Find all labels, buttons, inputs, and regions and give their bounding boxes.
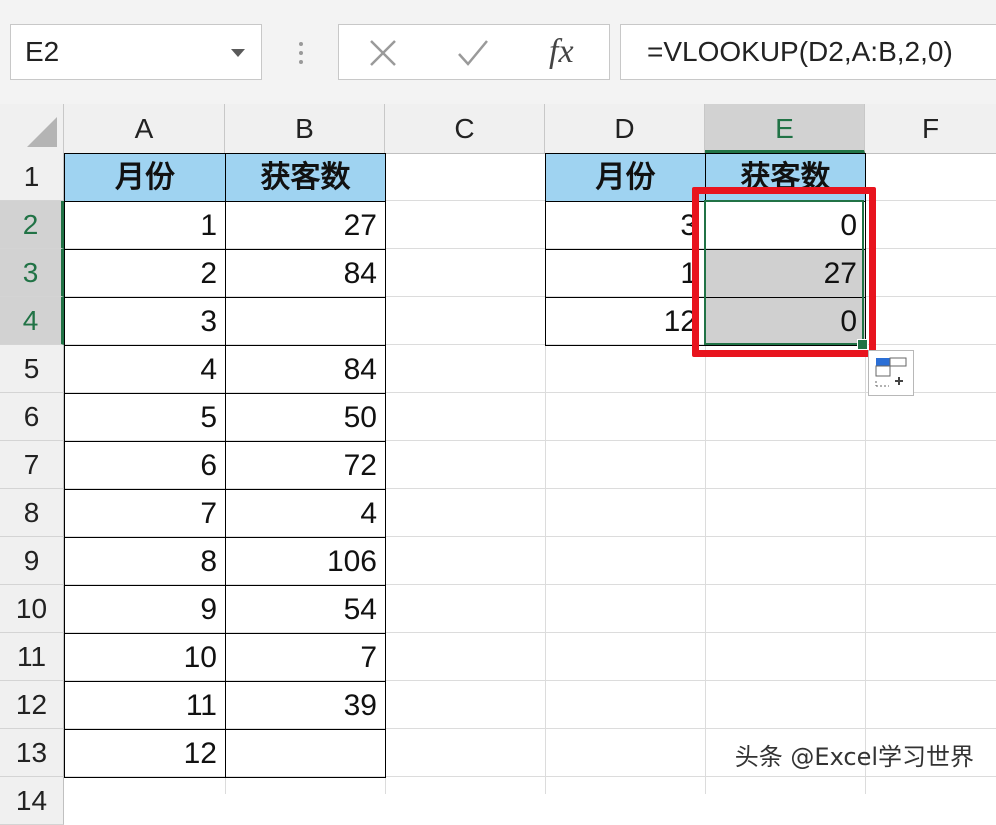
cell-a11[interactable]: 10 <box>64 633 226 682</box>
cell-a2[interactable]: 1 <box>64 201 226 250</box>
close-icon <box>370 40 396 66</box>
column-header-c[interactable]: C <box>385 104 545 153</box>
column-header-e[interactable]: E <box>705 104 865 153</box>
cell-a1[interactable]: 月份 <box>64 153 226 202</box>
row-header-14[interactable]: 14 <box>0 777 64 825</box>
row-header-3[interactable]: 3 <box>0 249 64 297</box>
formula-buttons: fx <box>338 24 610 80</box>
cancel-button[interactable] <box>363 33 403 73</box>
cell-a3[interactable]: 2 <box>64 249 226 298</box>
cell-b3[interactable]: 84 <box>225 249 386 298</box>
checkmark-icon <box>458 40 488 66</box>
formula-text: =VLOOKUP(D2,A:B,2,0) <box>647 36 953 67</box>
name-box-value: E2 <box>25 36 60 67</box>
cell-b10[interactable]: 54 <box>225 585 386 634</box>
row-header-2[interactable]: 2 <box>0 201 64 249</box>
watermark: 头条 @Excel学习世界 <box>734 743 974 771</box>
column-header-b[interactable]: B <box>225 104 385 153</box>
row-header-6[interactable]: 6 <box>0 393 64 441</box>
cell-d2[interactable]: 3 <box>545 201 706 250</box>
quick-analysis-button[interactable] <box>868 350 914 396</box>
cell-a12[interactable]: 11 <box>64 681 226 730</box>
formula-bar: E2 fx =VLOOKUP(D2,A:B,2,0) <box>0 0 996 105</box>
name-box[interactable]: E2 <box>10 24 262 80</box>
cell-b1[interactable]: 获客数 <box>225 153 386 202</box>
cell-d1[interactable]: 月份 <box>545 153 706 202</box>
row-header-10[interactable]: 10 <box>0 585 64 633</box>
row-header-13[interactable]: 13 <box>0 729 64 777</box>
cell-b7[interactable]: 72 <box>225 441 386 490</box>
cell-b11[interactable]: 7 <box>225 633 386 682</box>
formula-input[interactable]: =VLOOKUP(D2,A:B,2,0) <box>620 24 996 80</box>
cell-a10[interactable]: 9 <box>64 585 226 634</box>
row-header-5[interactable]: 5 <box>0 345 64 393</box>
cell-a13[interactable]: 12 <box>64 729 226 778</box>
column-header-d[interactable]: D <box>545 104 705 153</box>
row-header-9[interactable]: 9 <box>0 537 64 585</box>
chevron-down-icon[interactable] <box>231 49 245 57</box>
fill-handle[interactable] <box>857 339 868 350</box>
cell-b2[interactable]: 27 <box>225 201 386 250</box>
cell-b13[interactable] <box>225 729 386 778</box>
cell-b5[interactable]: 84 <box>225 345 386 394</box>
cell-a6[interactable]: 5 <box>64 393 226 442</box>
column-header-a[interactable]: A <box>64 104 225 153</box>
row-header-8[interactable]: 8 <box>0 489 64 537</box>
cell-d4[interactable]: 12 <box>545 297 706 346</box>
cell-b8[interactable]: 4 <box>225 489 386 538</box>
cell-a4[interactable]: 3 <box>64 297 226 346</box>
column-header-f[interactable]: F <box>865 104 996 153</box>
cell-b6[interactable]: 50 <box>225 393 386 442</box>
cell-a7[interactable]: 6 <box>64 441 226 490</box>
row-header-12[interactable]: 12 <box>0 681 64 729</box>
row-header-4[interactable]: 4 <box>0 297 64 345</box>
select-all-icon <box>27 117 57 147</box>
select-all-button[interactable] <box>0 104 64 153</box>
highlight-box <box>692 187 876 357</box>
cell-d3[interactable]: 1 <box>545 249 706 298</box>
cell-b4[interactable] <box>225 297 386 346</box>
cell-b9[interactable]: 106 <box>225 537 386 586</box>
cell-a5[interactable]: 4 <box>64 345 226 394</box>
enter-button[interactable] <box>453 33 493 73</box>
insert-function-button[interactable]: fx <box>543 33 593 73</box>
grip-icon[interactable] <box>296 40 306 66</box>
row-header-11[interactable]: 11 <box>0 633 64 681</box>
cell-a9[interactable]: 8 <box>64 537 226 586</box>
row-header-1[interactable]: 1 <box>0 153 64 201</box>
cell-b12[interactable]: 39 <box>225 681 386 730</box>
row-header-7[interactable]: 7 <box>0 441 64 489</box>
cell-a8[interactable]: 7 <box>64 489 226 538</box>
quick-analysis-icon <box>875 357 907 387</box>
fx-icon: fx <box>549 33 574 70</box>
column-header-bar: A B C D E F <box>0 104 996 154</box>
